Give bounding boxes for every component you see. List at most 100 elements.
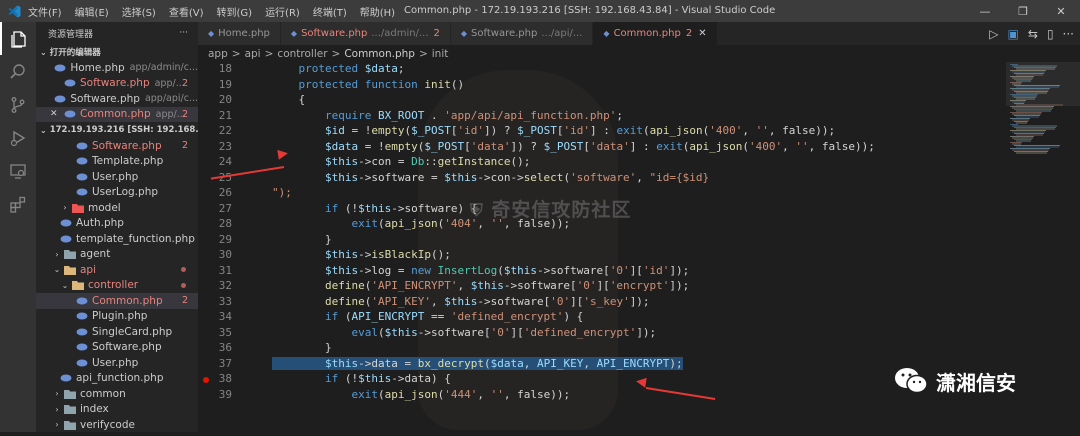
php-file-icon <box>60 218 72 228</box>
folder-item[interactable]: ⌄ controller <box>36 278 198 294</box>
file-item[interactable]: Template.php <box>36 154 198 170</box>
watermark: ⛨ 奇安信攻防社区 <box>470 195 631 222</box>
remote-explorer-icon[interactable] <box>0 154 36 187</box>
chevron-right-icon: › <box>55 420 59 430</box>
line-number: 39 <box>218 387 232 401</box>
line-number: 36 <box>218 341 232 354</box>
breadcrumb-item[interactable]: controller <box>277 48 327 60</box>
menu-item[interactable]: 文件(F) <box>28 4 62 19</box>
open-editors-section[interactable]: ⌄ 打开的编辑器 <box>36 44 198 60</box>
code-line: 33 define('API_KEY', $this->software['0'… <box>198 295 1006 311</box>
file-item[interactable]: Software.php <box>36 340 198 356</box>
php-file-icon <box>60 234 72 244</box>
chevron-down-icon: ⌄ <box>61 280 69 290</box>
file-item[interactable]: Auth.php <box>36 216 198 232</box>
split-editor-icon[interactable]: ▯ <box>1047 27 1054 41</box>
line-number: 28 <box>218 217 232 230</box>
open-editor-item[interactable]: ✕ Common.php app/... 2 <box>36 106 198 122</box>
file-item[interactable]: Plugin.php <box>36 309 198 325</box>
compare-icon[interactable]: ⇆ <box>1028 27 1038 41</box>
folder-item[interactable]: ⌄ api <box>36 262 198 278</box>
code-text: protected function init() <box>298 77 465 91</box>
code-line: 21 require BX_ROOT . 'app/api/api_functi… <box>198 109 1006 125</box>
code-text: "); <box>272 186 292 199</box>
menu-item[interactable]: 编辑(E) <box>75 4 109 19</box>
problem-count-badge: 2 <box>181 295 188 307</box>
workspace-section[interactable]: ⌄172.19.193.216 [SSH: 192.168.43.84] <box>36 122 198 138</box>
menu-item[interactable]: 运行(R) <box>265 4 300 19</box>
tab-home[interactable]: ◆ Home.php <box>198 22 281 45</box>
close-icon[interactable]: ✕ <box>1042 0 1080 22</box>
breadcrumb-item[interactable]: app <box>208 48 228 60</box>
line-number: 37 <box>218 356 232 370</box>
file-name: api_function.php <box>76 372 164 385</box>
folder-name: agent <box>80 248 111 261</box>
breadcrumb-separator-icon: > <box>231 47 241 60</box>
code-editor[interactable]: 18 protected $data; 19 protected function… <box>198 62 1006 432</box>
open-editor-item[interactable]: Home.php app/admin/c... <box>36 60 198 76</box>
folder-item[interactable]: › common <box>36 386 198 402</box>
menu-item[interactable]: 终端(T) <box>313 4 347 19</box>
file-name: Software.php <box>92 341 162 354</box>
open-preview-icon[interactable]: ▣ <box>1008 27 1019 41</box>
restore-icon[interactable]: ❐ <box>1004 0 1042 22</box>
run-debug-icon[interactable] <box>0 121 36 154</box>
explorer-sidebar: 资源管理器 ··· ⌄ 打开的编辑器 Home.php app/admin/c...… <box>36 22 198 432</box>
problem-count-badge: 2 <box>181 140 188 152</box>
breadcrumb-item[interactable]: Common.php <box>344 48 415 60</box>
tab-software[interactable]: ◆ Software.php .../admin/... 2 <box>280 22 451 45</box>
folder-item[interactable]: › index <box>36 402 198 418</box>
activity-bar <box>0 22 36 432</box>
source-control-icon[interactable] <box>0 88 36 121</box>
file-item[interactable]: Common.php 2 <box>36 293 198 309</box>
file-item[interactable]: SingleCard.php <box>36 324 198 340</box>
extensions-icon[interactable] <box>0 187 36 220</box>
code-line: 37 $this->data = bx_decrypt($data, API_K… <box>198 356 1006 373</box>
title-bar: 文件(F) 编辑(E) 选择(S) 查看(V) 转到(G) 运行(R) 终端(T) 帮助(H)… <box>0 0 1080 22</box>
more-actions-icon[interactable]: ··· <box>1063 27 1074 41</box>
menu-item[interactable]: 帮助(H) <box>360 4 395 19</box>
file-item[interactable]: UserLog.php <box>36 185 198 201</box>
line-number: 22 <box>218 124 232 137</box>
tab-software-api[interactable]: ◆ Software.php .../api/... <box>450 22 594 45</box>
code-line: 18 protected $data; <box>198 62 1006 78</box>
minimap[interactable] <box>1006 62 1080 432</box>
menu-item[interactable]: 查看(V) <box>169 4 204 19</box>
brand-logo: 潇湘信安 <box>892 366 1016 396</box>
tab-common[interactable]: ◆ Common.php 2 ✕ <box>593 22 718 45</box>
php-file-icon: ◆ <box>460 29 468 38</box>
file-item[interactable]: template_function.php <box>36 231 198 247</box>
breadcrumb-item[interactable]: api <box>245 48 261 60</box>
menu-item[interactable]: 转到(G) <box>217 4 253 19</box>
folder-item[interactable]: › verifycode <box>36 417 198 432</box>
window-title: Common.php - 172.19.193.216 [SSH: 192.16… <box>404 5 776 16</box>
more-actions-icon[interactable]: ··· <box>179 28 188 38</box>
file-item[interactable]: Software.php 2 <box>36 138 198 154</box>
open-editor-item[interactable]: Software.php app/... 2 <box>36 76 198 92</box>
file-item[interactable]: User.php <box>36 355 198 371</box>
file-path: app/... <box>154 77 185 89</box>
folder-item[interactable]: › agent <box>36 247 198 263</box>
menu-item[interactable]: 选择(S) <box>122 4 156 19</box>
code-text: } <box>272 341 332 354</box>
run-icon[interactable]: ▷ <box>989 27 998 41</box>
open-editor-item[interactable]: Software.php app/api/c... <box>36 91 198 107</box>
tab-path: .../api/... <box>541 28 583 39</box>
file-item[interactable]: api_function.php <box>36 371 198 387</box>
code-text: $this->software = $this->con->select('so… <box>324 170 710 184</box>
watermark-text: 奇安信攻防社区 <box>491 199 632 221</box>
code-text: protected $data; <box>298 62 405 75</box>
open-editors-list: Home.php app/admin/c... Software.php app/.… <box>36 60 198 122</box>
php-file-icon <box>76 311 88 321</box>
minimize-icon[interactable]: — <box>966 0 1004 22</box>
breadcrumb-item[interactable]: init <box>432 48 449 60</box>
folder-item[interactable]: › model <box>36 200 198 216</box>
chevron-right-icon: › <box>55 389 59 399</box>
close-icon[interactable]: ✕ <box>698 28 706 39</box>
search-icon[interactable] <box>0 55 36 88</box>
explorer-icon[interactable] <box>0 22 36 55</box>
line-number: 32 <box>218 279 232 292</box>
code-text: define('API_ENCRYPT', $this->software['0… <box>324 279 690 292</box>
close-icon[interactable]: ✕ <box>50 109 64 119</box>
file-item[interactable]: User.php <box>36 169 198 185</box>
